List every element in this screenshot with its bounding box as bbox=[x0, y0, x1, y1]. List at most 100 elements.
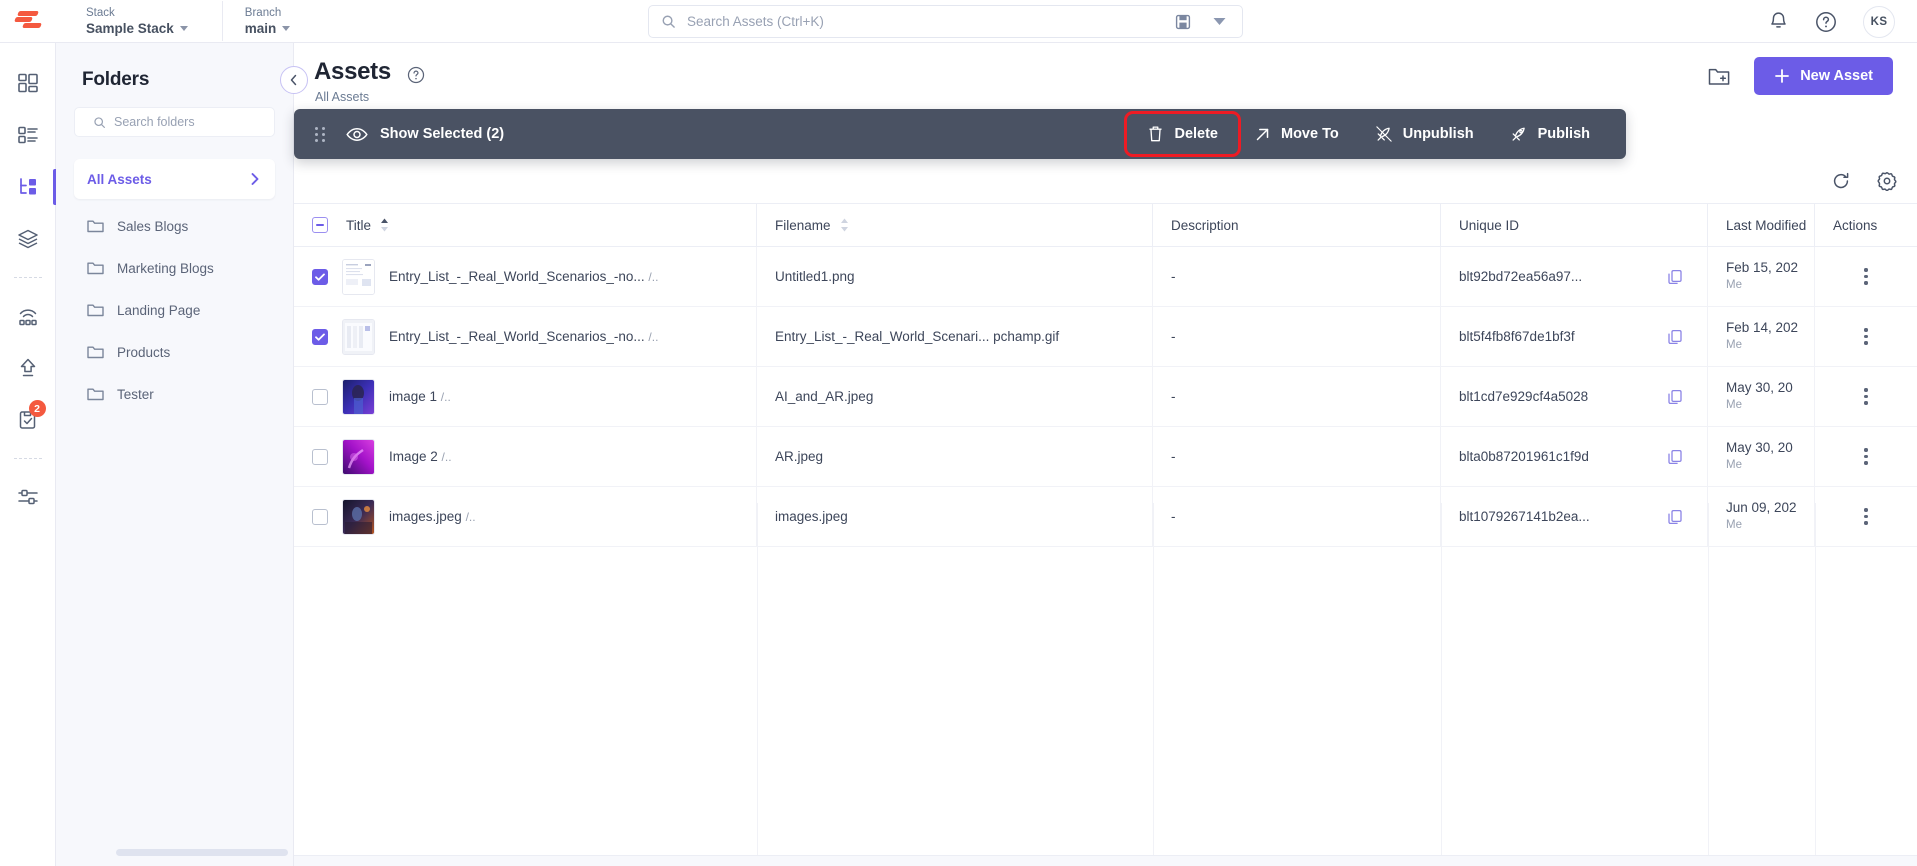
copy-icon[interactable] bbox=[1667, 509, 1683, 525]
asset-title-block: Entry_List_-_Real_World_Scenarios_-no...… bbox=[389, 329, 658, 344]
folder-label: Products bbox=[117, 344, 171, 360]
row-actions-menu-icon[interactable] bbox=[1815, 448, 1917, 465]
header-cell-title[interactable]: Title bbox=[294, 203, 757, 247]
unpublish-button[interactable]: Unpublish bbox=[1357, 116, 1492, 152]
search-icon bbox=[93, 116, 106, 129]
show-selected-label: Show Selected (2) bbox=[380, 126, 505, 142]
copy-icon[interactable] bbox=[1667, 389, 1683, 405]
folder-search-input[interactable]: Search folders bbox=[74, 107, 275, 137]
rail-item-live-preview[interactable] bbox=[0, 290, 56, 342]
dashboard-icon bbox=[17, 72, 39, 94]
user-avatar[interactable]: KS bbox=[1863, 5, 1895, 38]
asset-title: Image 2 bbox=[389, 449, 438, 464]
rail-item-stacks[interactable] bbox=[0, 213, 56, 265]
asset-path: /.. bbox=[465, 510, 476, 524]
stack-selector[interactable]: Stack Sample Stack bbox=[86, 6, 204, 37]
header-cell-filename[interactable]: Filename bbox=[757, 203, 1153, 247]
branch-value: main bbox=[245, 20, 321, 37]
folder-label: Marketing Blogs bbox=[117, 260, 214, 276]
row-actions-menu-icon[interactable] bbox=[1815, 508, 1917, 525]
delete-button[interactable]: Delete bbox=[1124, 111, 1241, 157]
move-to-label: Move To bbox=[1281, 126, 1339, 142]
new-folder-icon[interactable] bbox=[1708, 67, 1730, 86]
header-filename-label: Filename bbox=[775, 217, 831, 233]
rail-item-releases[interactable] bbox=[0, 342, 56, 394]
row-actions-menu-icon[interactable] bbox=[1815, 328, 1917, 345]
search-icon bbox=[661, 14, 676, 29]
select-all-checkbox[interactable] bbox=[312, 217, 328, 233]
table-row[interactable]: image 1 /.. AI_and_AR.jpeg - blt1cd7e929… bbox=[294, 366, 1917, 427]
header-cell-last-modified[interactable]: Last Modified bbox=[1708, 203, 1815, 247]
cell-last-modified: Feb 14, 202 Me bbox=[1708, 306, 1815, 367]
header-cell-unique-id[interactable]: Unique ID bbox=[1441, 203, 1708, 247]
table-row[interactable]: Entry_List_-_Real_World_Scenarios_-no...… bbox=[294, 246, 1917, 307]
modified-by: Me bbox=[1726, 399, 1742, 411]
stack-label: Stack bbox=[86, 6, 115, 19]
header-cell-description[interactable]: Description bbox=[1153, 203, 1441, 247]
table-row[interactable]: Image 2 /.. AR.jpeg - blta0b87201961c1f9… bbox=[294, 426, 1917, 487]
rail-item-assets[interactable] bbox=[0, 161, 56, 213]
modified-by: Me bbox=[1726, 519, 1742, 531]
rail-item-dashboard[interactable] bbox=[0, 57, 56, 109]
folders-scrollbar[interactable] bbox=[116, 849, 288, 856]
folder-item[interactable]: Tester bbox=[56, 373, 293, 415]
table-row[interactable]: Entry_List_-_Real_World_Scenarios_-no...… bbox=[294, 306, 1917, 367]
publish-label: Publish bbox=[1537, 126, 1590, 142]
folder-item[interactable]: Landing Page bbox=[56, 289, 293, 331]
asset-thumbnail bbox=[342, 498, 375, 535]
search-input[interactable]: Search Assets (Ctrl+K) bbox=[687, 14, 1175, 29]
search-filter-chevron-icon[interactable] bbox=[1213, 17, 1226, 26]
publish-button[interactable]: Publish bbox=[1492, 116, 1608, 152]
cell-title: image 1 /.. bbox=[294, 366, 757, 427]
asset-title-block: Image 2 /.. bbox=[389, 449, 452, 464]
global-search[interactable]: Search Assets (Ctrl+K) bbox=[648, 5, 1243, 38]
folder-label: Tester bbox=[117, 386, 154, 402]
row-checkbox[interactable] bbox=[312, 328, 328, 345]
rail-divider bbox=[13, 277, 42, 278]
rail-divider bbox=[13, 458, 42, 459]
notifications-bell-icon[interactable] bbox=[1768, 11, 1789, 33]
folder-item[interactable]: Sales Blogs bbox=[56, 205, 293, 247]
sort-asc-icon[interactable] bbox=[380, 218, 389, 232]
refresh-icon[interactable] bbox=[1831, 171, 1851, 191]
row-checkbox[interactable] bbox=[312, 388, 328, 405]
sort-icon[interactable] bbox=[840, 218, 849, 232]
cell-last-modified: May 30, 20 Me bbox=[1708, 426, 1815, 487]
plus-icon bbox=[1774, 68, 1790, 84]
copy-icon[interactable] bbox=[1667, 449, 1683, 465]
help-icon[interactable] bbox=[1815, 11, 1837, 33]
table-row[interactable]: images.jpeg /.. images.jpeg - blt1079267… bbox=[294, 486, 1917, 547]
modified-by: Me bbox=[1726, 339, 1742, 351]
rail-item-settings[interactable] bbox=[0, 471, 56, 523]
show-selected-button[interactable]: Show Selected (2) bbox=[346, 126, 504, 142]
cell-description: - bbox=[1153, 426, 1441, 487]
toolbar-drag-handle[interactable] bbox=[306, 126, 334, 142]
copy-icon[interactable] bbox=[1667, 269, 1683, 285]
page-help-icon[interactable] bbox=[407, 66, 425, 84]
unpublish-icon bbox=[1375, 125, 1393, 143]
row-actions-menu-icon[interactable] bbox=[1815, 268, 1917, 285]
app-logo[interactable] bbox=[0, 9, 56, 33]
table-settings-gear-icon[interactable] bbox=[1877, 171, 1897, 191]
branch-selector[interactable]: Branch main bbox=[245, 6, 337, 37]
row-actions-menu-icon[interactable] bbox=[1815, 388, 1917, 405]
trash-icon bbox=[1147, 125, 1164, 143]
folder-item[interactable]: Marketing Blogs bbox=[56, 247, 293, 289]
row-checkbox[interactable] bbox=[312, 508, 328, 525]
modified-by: Me bbox=[1726, 459, 1742, 471]
collapse-sidebar-button[interactable] bbox=[280, 66, 308, 94]
rail-item-content-types[interactable] bbox=[0, 109, 56, 161]
modified-date: Jun 09, 202 bbox=[1726, 500, 1797, 515]
row-checkbox[interactable] bbox=[312, 448, 328, 465]
save-search-icon[interactable] bbox=[1175, 14, 1191, 30]
folder-item-all-assets[interactable]: All Assets bbox=[74, 159, 275, 199]
new-asset-button[interactable]: New Asset bbox=[1754, 57, 1893, 95]
cell-filename: AI_and_AR.jpeg bbox=[757, 366, 1153, 427]
copy-icon[interactable] bbox=[1667, 329, 1683, 345]
cell-filename: images.jpeg bbox=[757, 486, 1153, 547]
move-to-button[interactable]: Move To bbox=[1236, 117, 1357, 152]
folder-item[interactable]: Products bbox=[56, 331, 293, 373]
rail-item-tasks[interactable]: 2 bbox=[0, 394, 56, 446]
row-checkbox[interactable] bbox=[312, 268, 328, 285]
unique-id-value: blt5f4fb8f67de1bf3f bbox=[1459, 329, 1575, 344]
